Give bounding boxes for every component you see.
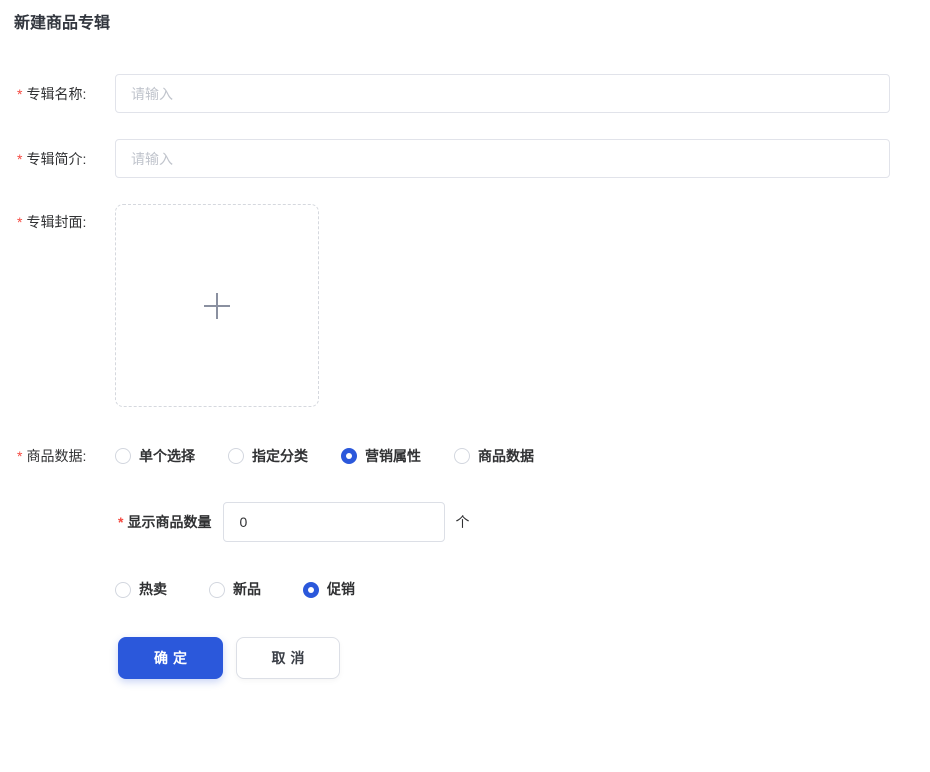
confirm-button[interactable]: 确定 [118,637,223,679]
radio-option-label: 商品数据 [478,447,534,466]
radio-option-label: 营销属性 [365,447,421,466]
radio-circle-icon [115,582,131,598]
album-cover-label-text: 专辑封面: [26,212,86,232]
album-cover-label: * 专辑封面: [17,204,115,232]
radio-circle-icon [115,448,131,464]
album-name-label: * 专辑名称: [17,84,115,104]
radio-selected-icon [303,582,319,598]
required-asterisk: * [17,86,22,102]
radio-circle-icon [454,448,470,464]
form-row-display-count: * 显示商品数量 个 [115,502,930,542]
radio-option-marketing-attribute[interactable]: 营销属性 [341,447,421,466]
radio-option-label: 新品 [233,580,261,599]
plus-icon [204,293,230,319]
radio-circle-icon [209,582,225,598]
radio-option-hot-sale[interactable]: 热卖 [115,580,167,599]
radio-option-new-product[interactable]: 新品 [209,580,261,599]
album-intro-input[interactable] [115,139,890,178]
display-count-input[interactable] [223,502,445,542]
form-row-album-cover: * 专辑封面: [0,204,930,407]
form-row-product-data: * 商品数据: 单个选择 指定分类 营销属性 商品数据 [0,446,930,466]
cancel-button[interactable]: 取消 [236,637,340,679]
display-count-label-text: 显示商品数量 [127,512,211,532]
album-name-input[interactable] [115,74,890,113]
album-cover-upload[interactable] [115,204,319,407]
required-asterisk: * [17,214,22,230]
product-data-label-text: 商品数据: [26,446,86,466]
radio-option-product-data[interactable]: 商品数据 [454,447,534,466]
radio-option-label: 热卖 [139,580,167,599]
page-title: 新建商品专辑 [14,14,930,34]
album-intro-label-text: 专辑简介: [26,149,86,169]
create-album-form: * 专辑名称: * 专辑简介: * 专辑封面: * [0,74,930,679]
required-asterisk: * [17,448,22,464]
form-row-album-intro: * 专辑简介: [0,139,930,178]
radio-option-label: 指定分类 [252,447,308,466]
radio-circle-icon [228,448,244,464]
radio-option-single-select[interactable]: 单个选择 [115,447,195,466]
product-data-label: * 商品数据: [17,446,115,466]
radio-selected-icon [341,448,357,464]
display-count-label: * 显示商品数量 [115,512,211,532]
form-actions: 确定 取消 [118,637,930,679]
display-count-unit: 个 [455,512,469,532]
required-asterisk: * [17,151,22,167]
required-asterisk: * [118,514,123,530]
album-intro-label: * 专辑简介: [17,149,115,169]
create-album-page: 新建商品专辑 * 专辑名称: * 专辑简介: * 专辑封面: [0,0,930,679]
radio-option-label: 促销 [327,580,355,599]
form-row-album-name: * 专辑名称: [0,74,930,113]
radio-option-specified-category[interactable]: 指定分类 [228,447,308,466]
marketing-tag-radio-group: 热卖 新品 促销 [115,580,930,599]
radio-option-promotion[interactable]: 促销 [303,580,355,599]
marketing-attribute-subform: * 显示商品数量 个 热卖 新品 促销 [115,502,930,679]
album-name-label-text: 专辑名称: [26,84,86,104]
product-data-radio-group: 单个选择 指定分类 营销属性 商品数据 [115,447,567,466]
radio-option-label: 单个选择 [139,447,195,466]
